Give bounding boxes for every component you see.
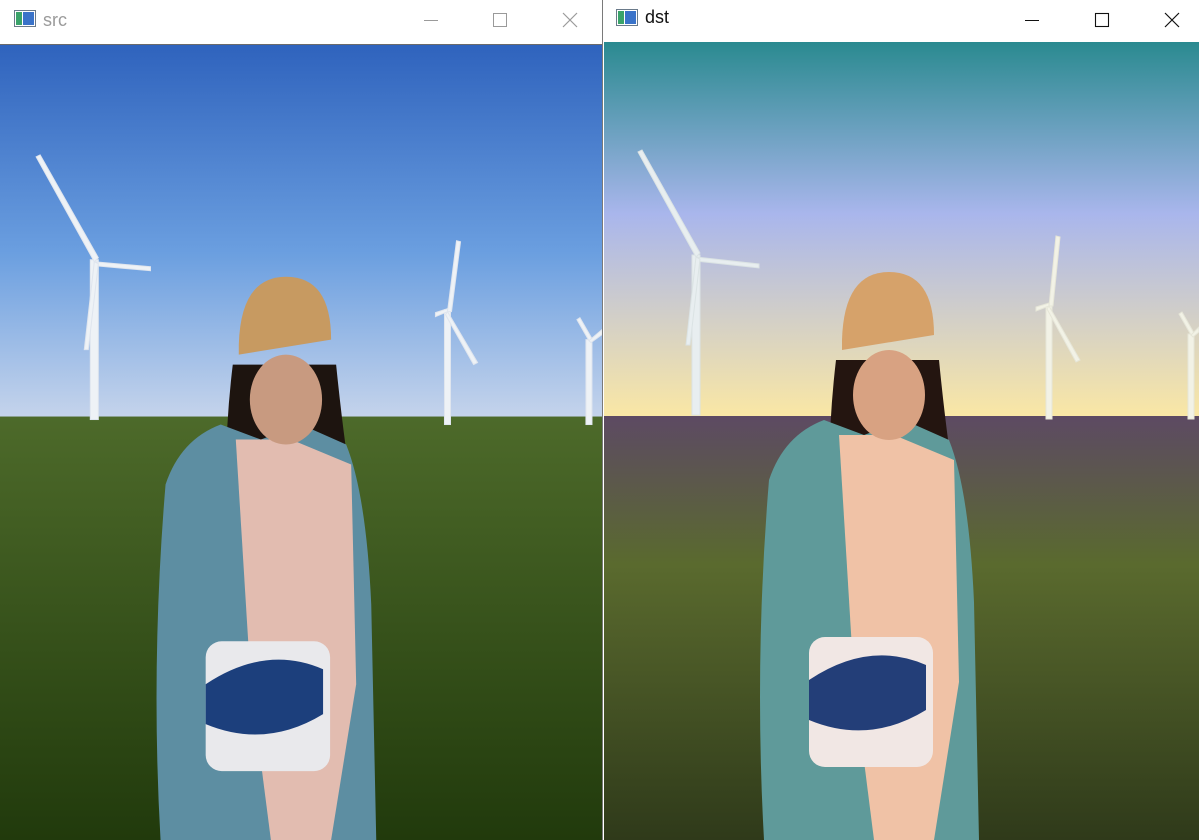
dst-titlebar[interactable]: dst	[604, 0, 1199, 42]
minimize-button[interactable]	[997, 0, 1067, 40]
close-icon	[1164, 12, 1180, 28]
face	[249, 354, 323, 445]
src-window: src	[0, 0, 603, 840]
minimize-button[interactable]	[396, 0, 466, 40]
src-image-area	[0, 44, 602, 840]
face	[853, 350, 925, 440]
maximize-button[interactable]	[465, 0, 535, 40]
maximize-icon	[493, 13, 507, 27]
minimize-icon	[1025, 20, 1039, 21]
close-icon	[562, 12, 578, 28]
maximize-icon	[1094, 12, 1110, 28]
close-button[interactable]	[1137, 0, 1199, 40]
minimize-icon	[424, 20, 438, 21]
dst-image-area	[604, 42, 1199, 840]
portrait-photo	[0, 45, 602, 840]
dst-window: dst	[604, 0, 1199, 840]
src-titlebar[interactable]: src	[0, 0, 602, 44]
portrait-photo	[604, 42, 1199, 840]
opencv-window-icon	[14, 10, 36, 27]
window-title: dst	[645, 7, 670, 27]
window-title: src	[43, 10, 67, 30]
maximize-button[interactable]	[1067, 0, 1137, 40]
opencv-window-icon	[616, 9, 638, 26]
close-button[interactable]	[535, 0, 602, 40]
